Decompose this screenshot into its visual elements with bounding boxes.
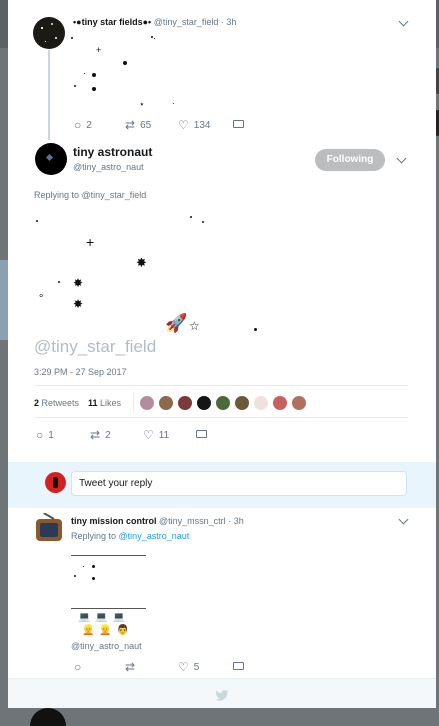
divider [34,385,408,386]
message-button[interactable] [233,120,244,128]
tweet-header: •●tiny star fields●• @tiny_star_field · … [73,17,236,27]
user-handle[interactable]: @tiny_star_field [154,17,219,27]
replying-to: Replying to @tiny_astro_naut [71,531,189,541]
chevron-down-icon[interactable] [398,16,409,27]
retweet-button[interactable]: ⇄ 2 [90,429,111,441]
monitors-emoji: 💻 💻 💻 [78,612,126,623]
star-plus: + [86,234,95,250]
like-icon: ♡ [178,118,189,132]
chevron-down-icon[interactable] [396,153,407,164]
following-button[interactable]: Following [315,149,385,171]
mention-link[interactable]: @tiny_astro_naut [71,641,142,651]
tweet-time[interactable]: 3h [234,516,244,526]
liker-avatar[interactable] [177,395,193,411]
divider [133,392,134,412]
background-avatar [30,708,66,726]
message-icon [233,662,244,670]
avatar[interactable] [33,17,65,49]
liker-avatar[interactable] [253,395,269,411]
display-name[interactable]: tiny astronaut [73,145,152,159]
retweet-button[interactable]: ⇄ 65 [125,119,151,131]
star-burst: ✸ [73,276,84,290]
reply-icon: ○ [36,428,44,442]
like-button[interactable]: ♡ 134 [178,119,210,131]
like-count: 5 [193,661,200,673]
avatar[interactable] [35,143,67,175]
liker-avatar[interactable] [139,395,155,411]
retweet-icon: ⇄ [125,660,136,674]
tweet-header: tiny mission control @tiny_mssn_ctrl · 3… [71,516,244,526]
retweets-stat[interactable]: 2 Retweets [34,398,79,408]
liker-avatar[interactable] [234,395,250,411]
reply-icon: ○ [74,660,82,674]
separator: · [220,17,224,27]
reply-icon: ○ [74,118,82,132]
retweets-number: 2 [34,398,40,408]
star-plus: + [96,45,102,55]
likes-label: Likes [100,398,122,408]
display-name[interactable]: •●tiny star fields●• [73,17,151,27]
replying-handle[interactable]: @tiny_astro_naut [119,531,190,541]
reply-button[interactable]: ○ 2 [74,119,92,131]
star-burst: ✸ [136,255,147,270]
avatar[interactable] [33,513,65,545]
avatar [45,472,66,493]
like-icon: ♡ [143,428,154,442]
tweet-time[interactable]: 3h [226,17,236,27]
star-burst: ✸ [73,297,84,311]
replying-prefix: Replying to [34,190,80,200]
star-outline: ☆ [189,319,200,333]
liker-avatar[interactable] [215,395,231,411]
replying-prefix: Replying to [71,531,117,541]
retweet-button[interactable]: ⇄ [125,661,135,673]
quoted-mention[interactable]: @tiny_star_field [34,337,156,357]
liker-avatar[interactable] [272,395,288,411]
separator: · [228,516,232,526]
like-count: 11 [158,429,170,441]
reply-count: 2 [86,119,92,131]
replying-to: Replying to @tiny_star_field [34,190,146,200]
tweet-conversation-modal: •●tiny star fields●• @tiny_star_field · … [8,0,436,708]
reply-button[interactable]: ○ 1 [36,429,54,441]
like-button[interactable]: ♡ 5 [178,661,199,673]
like-button[interactable]: ♡ 11 [143,429,169,441]
background-image [0,260,8,340]
star-outline: ⋆ [139,99,145,109]
tweet-timestamp[interactable]: 3:29 PM - 27 Sep 2017 [34,367,127,377]
star-circle: ∘ [38,291,45,302]
display-name[interactable]: tiny mission control [71,516,157,526]
liker-avatar[interactable] [158,395,174,411]
replying-handle[interactable]: @tiny_star_field [82,190,147,200]
reply-button[interactable]: ○ [74,661,81,673]
retweet-icon: ⇄ [90,428,101,442]
likes-stat[interactable]: 11 Likes [88,398,121,408]
retweets-label: Retweets [41,398,80,408]
twitter-bird-icon [215,690,229,701]
message-icon [233,120,244,128]
reply-count: 1 [48,429,54,441]
divider [34,417,408,418]
like-icon: ♡ [178,660,189,674]
reply-input[interactable]: Tweet your reply [71,471,407,496]
retweet-count: 2 [105,429,111,441]
retweet-count: 65 [140,119,152,131]
message-button[interactable] [233,662,244,670]
user-handle[interactable]: @tiny_mssn_ctrl [159,516,226,526]
like-count: 134 [193,119,211,131]
likes-number: 11 [88,398,98,408]
rocket-emoji: 🚀 [165,313,188,333]
user-handle[interactable]: @tiny_astro_naut [73,162,144,172]
liker-avatar[interactable] [291,395,307,411]
thread-line [48,50,50,140]
message-button[interactable] [196,430,207,438]
liker-avatar[interactable] [196,395,212,411]
people-emoji: 👱 👱 👨 [82,625,130,636]
message-icon [196,430,207,438]
modal-footer [8,678,436,708]
retweet-icon: ⇄ [125,118,136,132]
chevron-down-icon[interactable] [398,514,409,525]
